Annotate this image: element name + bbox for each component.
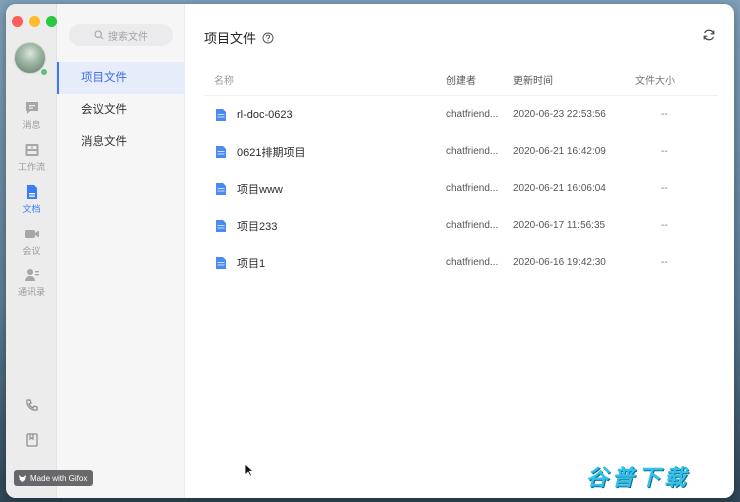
- page-title: 项目文件: [204, 28, 274, 47]
- left-rail: 消息 工作流 文档 会议 通讯录: [6, 4, 57, 498]
- file-size: --: [661, 183, 668, 194]
- file-name: 项目1: [237, 257, 266, 270]
- file-category-sidebar: 搜索文件 项目文件 会议文件 消息文件: [57, 4, 185, 498]
- contacts-icon: [24, 269, 39, 281]
- close-window-button[interactable]: [12, 16, 23, 27]
- file-creator: chatfriend...: [446, 183, 499, 194]
- file-size: --: [661, 257, 668, 268]
- rail-label: 工作流: [17, 162, 45, 172]
- minimize-window-button[interactable]: [29, 16, 40, 27]
- video-icon: [24, 230, 39, 238]
- rail-label: 文档: [22, 204, 41, 214]
- file-size: --: [661, 220, 668, 231]
- gifox-logo-icon: [19, 474, 26, 482]
- column-header-updated[interactable]: 更新时间: [513, 72, 635, 87]
- refresh-icon: [703, 29, 715, 41]
- subnav-item-meeting-files[interactable]: 会议文件: [57, 94, 185, 126]
- site-brand-logo: 谷普下载: [585, 466, 690, 491]
- rail-label: 消息: [22, 120, 41, 130]
- document-icon: [26, 185, 37, 199]
- project-file-icon: [216, 108, 226, 121]
- watermark-text: Made with Gifox: [30, 473, 88, 483]
- page-title-text: 项目文件: [204, 31, 257, 46]
- rail-item-meetings[interactable]: 会议: [6, 226, 57, 257]
- column-header-name[interactable]: 名称: [204, 72, 446, 87]
- rail-item-messages[interactable]: 消息: [6, 100, 57, 131]
- file-creator: chatfriend...: [446, 220, 499, 231]
- search-input[interactable]: 搜索文件: [69, 24, 173, 46]
- rail-item-contacts[interactable]: 通讯录: [6, 267, 57, 298]
- file-updated-time: 2020-06-21 16:06:04: [513, 183, 606, 194]
- file-updated-time: 2020-06-23 22:53:56: [513, 109, 606, 120]
- subnav-item-project-files[interactable]: 项目文件: [57, 62, 185, 94]
- project-file-icon: [216, 182, 226, 195]
- help-icon[interactable]: [262, 32, 274, 44]
- bookmark-button[interactable]: [6, 432, 57, 453]
- project-file-icon: [216, 219, 226, 232]
- subnav-item-message-files[interactable]: 消息文件: [57, 126, 185, 158]
- mouse-cursor-icon: [244, 463, 254, 477]
- table-row[interactable]: 0621排期项目 chatfriend... 2020-06-21 16:42:…: [204, 133, 718, 170]
- window-controls: [12, 16, 57, 27]
- column-header-creator[interactable]: 创建者: [446, 72, 513, 87]
- table-row[interactable]: 项目www chatfriend... 2020-06-21 16:06:04 …: [204, 170, 718, 207]
- file-updated-time: 2020-06-21 16:42:09: [513, 146, 606, 157]
- file-table: 名称 创建者 更新时间 文件大小 rl-doc-0623 chatfriend.…: [204, 64, 718, 281]
- project-file-icon: [216, 145, 226, 158]
- call-button[interactable]: [6, 398, 57, 419]
- file-size: --: [661, 109, 668, 120]
- rail-item-documents[interactable]: 文档: [6, 184, 57, 215]
- project-file-icon: [216, 256, 226, 269]
- rail-label: 通讯录: [17, 287, 45, 297]
- gifox-watermark: Made with Gifox: [14, 470, 94, 486]
- bookmark-icon: [25, 433, 38, 447]
- table-row[interactable]: 项目1 chatfriend... 2020-06-16 19:42:30 --: [204, 244, 718, 281]
- search-placeholder: 搜索文件: [108, 31, 148, 43]
- workflow-icon: [25, 144, 38, 156]
- file-size: --: [661, 146, 668, 157]
- table-row[interactable]: 项目233 chatfriend... 2020-06-17 11:56:35 …: [204, 207, 718, 244]
- file-creator: chatfriend...: [446, 109, 499, 120]
- table-header: 名称 创建者 更新时间 文件大小: [204, 64, 718, 96]
- zoom-window-button[interactable]: [46, 16, 57, 27]
- file-creator: chatfriend...: [446, 146, 499, 157]
- refresh-button[interactable]: [702, 28, 716, 47]
- phone-icon: [25, 399, 38, 411]
- app-window: 消息 工作流 文档 会议 通讯录 搜索文件 项目文件 会议文件 消息文件 项目文…: [6, 4, 734, 498]
- file-updated-time: 2020-06-16 19:42:30: [513, 257, 606, 268]
- rail-item-workflow[interactable]: 工作流: [6, 142, 57, 173]
- table-row[interactable]: rl-doc-0623 chatfriend... 2020-06-23 22:…: [204, 96, 718, 133]
- file-updated-time: 2020-06-17 11:56:35: [513, 220, 606, 231]
- online-status-dot: [40, 68, 48, 76]
- column-header-size[interactable]: 文件大小: [635, 72, 705, 87]
- rail-label: 会议: [22, 246, 41, 256]
- file-name: 项目233: [237, 220, 278, 233]
- file-name: 项目www: [237, 183, 283, 196]
- main-panel: 项目文件 名称 创建者 更新时间 文件大小 rl-doc-0623 chatfr…: [185, 4, 734, 498]
- search-icon: [94, 30, 104, 40]
- file-name: 0621排期项目: [237, 146, 306, 159]
- file-name: rl-doc-0623: [237, 108, 293, 121]
- file-creator: chatfriend...: [446, 257, 499, 268]
- chat-icon: [25, 102, 38, 114]
